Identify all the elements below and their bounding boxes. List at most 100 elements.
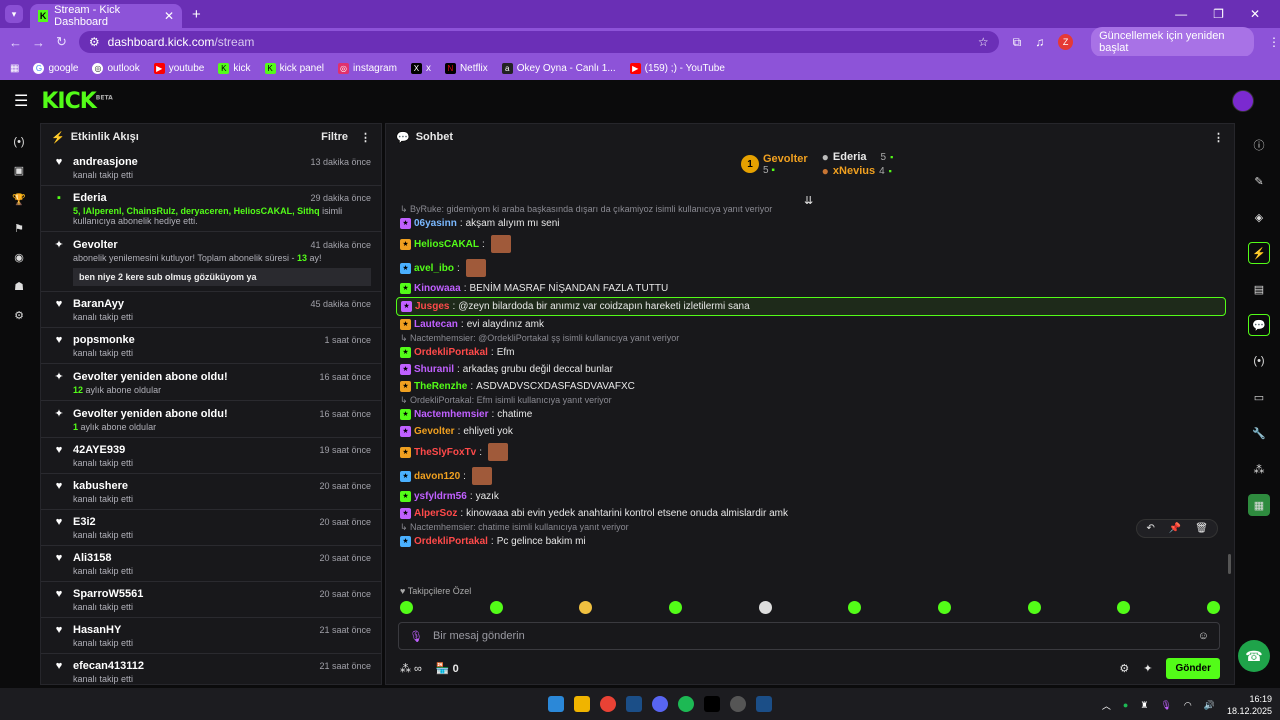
bookmark-x[interactable]: Xx [410, 62, 431, 74]
chat-username[interactable]: Lautecan [414, 319, 458, 330]
chat-message[interactable]: ★ TheRenzhe: ASDVADVSCXDASFASDVAVAFXC [396, 378, 1226, 395]
bookmark-youtube-2[interactable]: ▶ (159) ;) - YouTube [629, 62, 725, 74]
activity-name[interactable]: SparroW5561 [73, 588, 143, 600]
info-icon[interactable]: ⓘ [1248, 134, 1270, 156]
chat-username[interactable]: avel_ibo [414, 263, 454, 274]
chat-message[interactable]: ★ avel_ibo: [396, 256, 1226, 280]
chat-username[interactable]: TheSlyFoxTv [414, 447, 476, 458]
activity-toggle-icon[interactable]: ⚡ [1248, 242, 1270, 264]
points-icon[interactable]: ⁂ [1248, 458, 1270, 480]
reply-icon[interactable]: ↶ [1146, 523, 1154, 534]
activity-name[interactable]: efecan413112 [73, 660, 144, 672]
tools-icon[interactable]: 🔧 [1248, 422, 1270, 444]
chat-message[interactable]: ★ Shuranil: arkadaş grubu değil deccal bu… [396, 361, 1226, 378]
chat-username[interactable]: Nactemhemsier [414, 409, 488, 420]
delete-icon[interactable]: 🗑 [1195, 523, 1208, 534]
bookmark-instagram[interactable]: ◎ instagram [338, 62, 397, 74]
moderator-icon[interactable]: ◈ [1248, 206, 1270, 228]
tray-app-icon[interactable]: ● [1123, 700, 1128, 710]
tray-mic-icon[interactable]: 🎙 [1160, 700, 1171, 711]
chat-message[interactable]: ★ Gevolter: ehliyeti yok [396, 423, 1226, 440]
activity-name[interactable]: kabushere [73, 480, 128, 492]
bookmark-okey[interactable]: a Okey Oyna - Canlı 1... [501, 62, 616, 74]
activity-name[interactable]: Gevolter [73, 239, 118, 251]
activity-more-icon[interactable]: ⋮ [360, 131, 371, 144]
forward-icon[interactable]: → [27, 35, 50, 50]
emote-icon[interactable] [758, 601, 772, 614]
activity-name[interactable]: Ali3158 [73, 552, 112, 564]
chat-more-icon[interactable]: ⋮ [1213, 131, 1224, 144]
chat-toggle-icon[interactable]: 💬 [1248, 314, 1270, 336]
chat-message[interactable]: ★ AlperSoz: kinowaaa abi evin yedek anaht… [396, 505, 1226, 522]
tray-steam-icon[interactable]: ♜ [1140, 700, 1148, 711]
chrome-icon[interactable] [600, 696, 616, 712]
bookmark-kick-panel[interactable]: Kkick panel [264, 62, 324, 74]
chat-username[interactable]: AlperSoz [414, 508, 457, 519]
activity-name[interactable]: BaranAyy [73, 298, 124, 310]
chat-username[interactable]: OrdekliPortakal [414, 347, 488, 358]
game-icon[interactable]: ▦ [1248, 494, 1270, 516]
gifter-3[interactable]: ● xNevius 4 ▪ [822, 164, 894, 178]
reload-icon[interactable]: ↻ [50, 34, 73, 50]
send-button[interactable]: Gönder [1166, 658, 1220, 679]
chat-username[interactable]: ysfyldrm56 [414, 491, 467, 502]
bookmark-google[interactable]: Ggoogle [33, 62, 78, 74]
chat-message[interactable]: ★ Jusges: @zeyn bilardoda bir anımız var … [396, 297, 1226, 316]
chat-message[interactable]: ★ davon120: [396, 464, 1226, 488]
start-icon[interactable] [548, 696, 564, 712]
new-tab-icon[interactable]: + [192, 6, 201, 23]
chat-settings-icon[interactable]: ⚙ [1119, 662, 1129, 675]
chat-username[interactable]: Jusges [415, 301, 449, 312]
steam-2-icon[interactable] [756, 696, 772, 712]
activity-name[interactable]: 42AYE939 [73, 444, 125, 456]
chat-username[interactable]: Shuranil [414, 364, 454, 375]
chat-message[interactable]: ★ HeliosCAKAL: [396, 232, 1226, 256]
emote-icon[interactable] [937, 601, 951, 614]
apps-grid-icon[interactable]: ▦ [10, 63, 19, 74]
trophy-icon[interactable]: 🏆 [12, 193, 26, 206]
chat-message[interactable]: ★ Nactemhemsier: chatime [396, 406, 1226, 423]
activity-name[interactable]: Gevolter yeniden abone oldu! [73, 408, 228, 420]
user-avatar[interactable] [1232, 90, 1254, 112]
activity-name[interactable]: Ederia [73, 192, 107, 204]
activity-name[interactable]: E3i2 [73, 516, 96, 528]
file-explorer-icon[interactable] [574, 696, 590, 712]
app-icon[interactable] [730, 696, 746, 712]
kick-logo[interactable]: KICKBETA [41, 89, 112, 114]
spotify-icon[interactable] [678, 696, 694, 712]
activity-name[interactable]: HasanHY [73, 624, 121, 636]
tab-stream[interactable]: K Stream - Kick Dashboard ✕ [30, 4, 182, 28]
channel-points-icon[interactable]: ⁂ ∞ [400, 662, 422, 675]
broadcast-icon[interactable]: (•) [1248, 350, 1270, 372]
tab-search-icon[interactable]: ▾ [5, 5, 23, 23]
chat-username[interactable]: TheRenzhe [414, 381, 467, 392]
profile-avatar[interactable]: Z [1058, 34, 1074, 50]
user-card-icon[interactable]: ✦ [1143, 662, 1152, 675]
minimize-icon[interactable]: — [1175, 7, 1187, 21]
bookmark-kick[interactable]: Kkick [218, 62, 251, 74]
more-menu-icon[interactable]: ⋮ [1268, 35, 1280, 49]
chat-input[interactable]: 🎙 Bir mesaj gönderin ☺ [398, 622, 1220, 650]
chat-username[interactable]: davon120 [414, 471, 460, 482]
emote-icon[interactable] [1206, 601, 1220, 614]
emote-icon[interactable] [579, 601, 593, 614]
chat-username[interactable]: 06yasinn [414, 218, 457, 229]
extensions-icon[interactable]: ⧉ [1013, 35, 1022, 50]
activity-name[interactable]: andreasjone [73, 156, 138, 168]
settings-icon[interactable]: ⚙ [14, 309, 24, 322]
tray-chevron-icon[interactable]: ︿ [1102, 699, 1111, 712]
emote-icon[interactable] [668, 601, 682, 614]
close-tab-icon[interactable]: ✕ [164, 9, 174, 23]
support-chat-icon[interactable]: ☎ [1238, 640, 1270, 672]
emote-icon[interactable] [489, 601, 503, 614]
x-app-icon[interactable] [704, 696, 720, 712]
stream-icon[interactable]: (•) [13, 136, 24, 148]
url-field[interactable]: ⚙ dashboard.kick.com/stream ☆ [78, 31, 999, 53]
site-info-icon[interactable]: ⚙ [89, 35, 100, 49]
pin-icon[interactable]: 📌 [1169, 523, 1181, 534]
back-icon[interactable]: ← [4, 35, 27, 50]
chat-username[interactable]: HeliosCAKAL [414, 239, 479, 250]
edit-icon[interactable]: ✎ [1248, 170, 1270, 192]
emote-icon[interactable] [1117, 601, 1131, 614]
wifi-icon[interactable]: ◠ [1184, 700, 1192, 711]
